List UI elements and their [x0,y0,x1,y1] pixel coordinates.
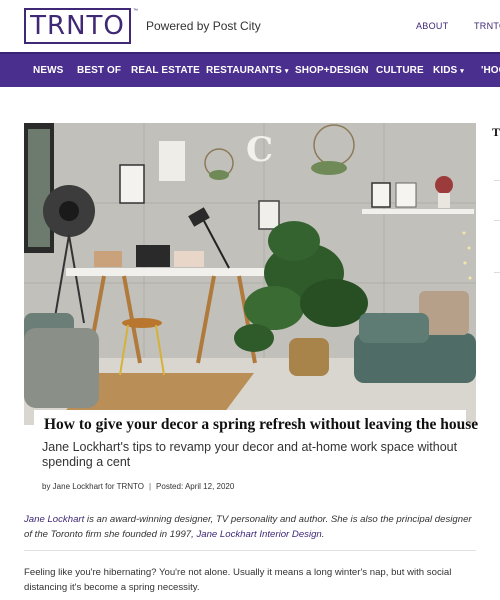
byline-author: by Jane Lockhart for TRNTO [42,482,144,491]
article-intro: Jane Lockhart is an award-winning design… [24,513,476,542]
article-paragraph: Feeling like you're hibernating? You're … [24,567,452,593]
chevron-down-icon: ▾ [460,68,464,75]
sidebar-divider [494,220,500,221]
sidebar-heading-peek: T [492,125,500,139]
sidebar-divider [494,180,500,181]
firm-link[interactable]: Jane Lockhart Interior Design [196,529,321,540]
nav-item-hoods[interactable]: 'HOO [481,65,500,76]
trnto-link[interactable]: TRNTO [474,21,500,31]
byline-date: Posted: April 12, 2020 [156,482,235,491]
svg-text:C: C [246,130,273,170]
powered-by-text: Powered by Post City [146,19,261,33]
article-title-box: How to give your decor a spring refresh … [34,410,478,438]
divider [24,550,476,551]
logo-text: TRNTO [30,11,125,41]
article-title: How to give your decor a spring refresh … [44,416,479,433]
author-link[interactable]: Jane Lockhart [24,514,84,525]
top-bar: TRNTO ™ Powered by Post City ABOUT TRNTO [0,0,500,52]
byline-separator: | [148,482,152,491]
nav-item-shop-design[interactable]: SHOP+DESIGN [295,65,369,76]
nav-item-restaurants[interactable]: RESTAURANTS ▾ [206,65,289,76]
byline: by Jane Lockhart for TRNTO | Posted: April… [42,482,234,491]
sidebar-divider [494,272,500,273]
article-subtitle: Jane Lockhart's tips to revamp your deco… [42,440,458,469]
trademark-mark: ™ [133,8,138,14]
nav-item-best-of[interactable]: BEST OF [77,65,121,76]
hero-image[interactable]: C [24,123,476,425]
hero-illustration: C [24,123,476,425]
main-nav: NEWS BEST OF REAL ESTATE RESTAURANTS ▾ SH… [0,52,500,87]
intro-end: . [321,528,325,540]
site-logo[interactable]: TRNTO [24,8,131,44]
nav-item-news[interactable]: NEWS [33,65,63,76]
nav-item-real-estate[interactable]: REAL ESTATE [131,65,200,76]
nav-item-kids[interactable]: KIDS ▾ [433,65,464,76]
about-link[interactable]: ABOUT [416,21,449,31]
chevron-down-icon: ▾ [284,68,289,75]
nav-item-culture[interactable]: CULTURE [376,65,424,76]
